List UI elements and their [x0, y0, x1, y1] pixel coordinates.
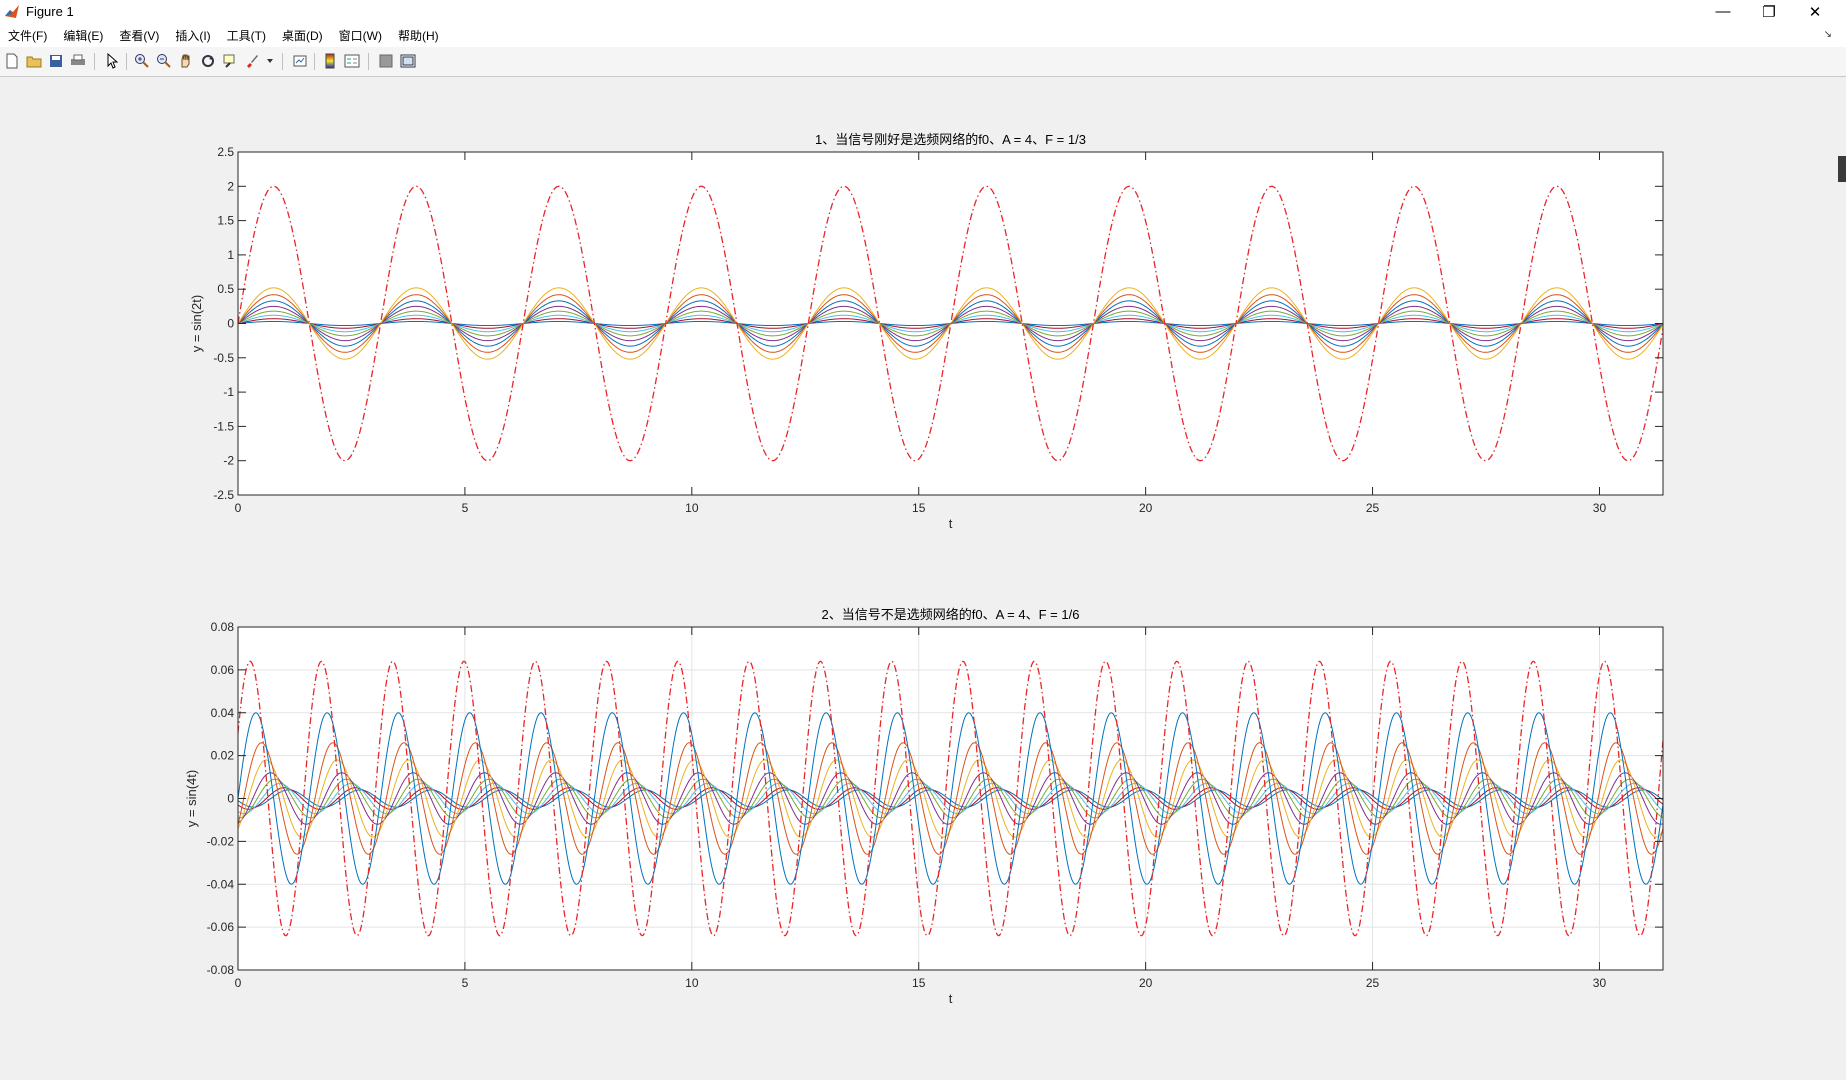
y-tick-label: -0.08	[207, 963, 235, 977]
y-axis-label: y = sin(4t)	[184, 770, 199, 827]
y-tick-label: -0.02	[207, 834, 235, 848]
y-tick-label: 0.04	[211, 706, 235, 720]
open-file-icon[interactable]	[26, 53, 42, 69]
x-tick-label: 10	[685, 501, 699, 515]
y-tick-label: 0	[227, 792, 234, 806]
y-tick-label: -0.06	[207, 920, 235, 934]
x-tick-label: 15	[912, 976, 926, 990]
x-tick-label: 10	[685, 976, 699, 990]
figure-canvas: 0 5 10 15 20 25 30 -2.5 -2 -1.5 -1 -0.5 0 0.5 1 1.5 2 2.5…	[184, 132, 1664, 1006]
pan-hand-icon[interactable]	[178, 53, 194, 69]
colorbar-icon[interactable]	[322, 53, 338, 69]
axes-title: 2、当信号不是选频网络的f0、A = 4、F = 1/6	[822, 607, 1080, 622]
menu-edit[interactable]: 编辑(E)	[55, 27, 111, 44]
y-tick-label: -0.04	[207, 877, 235, 891]
y-axis-label: y = sin(2t)	[189, 295, 204, 352]
x-tick-label: 5	[462, 976, 469, 990]
y-tick-label: 2.5	[217, 145, 234, 159]
show-plot-tools-icon[interactable]	[400, 53, 416, 69]
axes-2[interactable]: 0 5 10 15 20 25 30 -0.08 -0.06 -0.04 -0.02 0 0.02 0.0…	[184, 607, 1664, 1006]
data-cursor-icon[interactable]	[222, 53, 238, 69]
y-tick-label: 0.06	[211, 663, 235, 677]
menu-view[interactable]: 查看(V)	[111, 27, 167, 44]
window-title: Figure 1	[26, 4, 74, 19]
y-tick-label: 0.5	[217, 282, 234, 296]
y-tick-label: -2.5	[213, 488, 234, 502]
x-tick-label: 20	[1139, 501, 1153, 515]
y-tick-label: -1	[223, 385, 234, 399]
brush-icon[interactable]	[244, 53, 260, 69]
menu-help[interactable]: 帮助(H)	[390, 27, 447, 44]
toolbar-separator	[94, 53, 95, 70]
brush-dropdown-icon[interactable]	[266, 53, 274, 69]
x-tick-label: 5	[462, 501, 469, 515]
x-tick-label: 20	[1139, 976, 1153, 990]
x-tick-label: 30	[1593, 501, 1607, 515]
menu-bar: 文件(F) 编辑(E) 查看(V) 插入(I) 工具(T) 桌面(D) 窗口(W…	[0, 23, 1846, 47]
zoom-in-icon[interactable]	[134, 53, 150, 69]
y-tick-label: 0	[227, 317, 234, 331]
x-axis-label: t	[949, 991, 953, 1006]
scrollbar-thumb[interactable]	[1838, 156, 1846, 182]
x-tick-label: 25	[1366, 976, 1380, 990]
menu-desktop[interactable]: 桌面(D)	[274, 27, 331, 44]
restore-button[interactable]: ❐	[1746, 0, 1792, 23]
matlab-logo-icon	[5, 4, 19, 18]
toolbar-separator	[126, 53, 127, 70]
y-tick-label: 2	[227, 179, 234, 193]
minimize-button[interactable]: —	[1700, 0, 1746, 23]
y-tick-label: -1.5	[213, 419, 234, 433]
print-icon[interactable]	[70, 53, 86, 69]
menu-insert[interactable]: 插入(I)	[167, 27, 218, 44]
hide-plot-tools-icon[interactable]	[378, 53, 394, 69]
close-button[interactable]: ✕	[1792, 0, 1838, 23]
y-tick-label: -2	[223, 454, 234, 468]
minimize-icon: —	[1715, 3, 1731, 20]
x-tick-label: 15	[912, 501, 926, 515]
y-tick-label: 0.02	[211, 749, 235, 763]
y-tick-label: -0.5	[213, 351, 234, 365]
x-tick-label: 0	[235, 501, 242, 515]
x-tick-label: 30	[1593, 976, 1607, 990]
axes-1[interactable]: 0 5 10 15 20 25 30 -2.5 -2 -1.5 -1 -0.5 0 0.5 1 1.5 2 2.5…	[189, 132, 1664, 531]
toolbar-separator	[368, 53, 369, 70]
pointer-icon[interactable]	[104, 53, 120, 69]
menu-file[interactable]: 文件(F)	[0, 27, 55, 44]
x-tick-label: 25	[1366, 501, 1380, 515]
legend-icon[interactable]	[344, 53, 360, 69]
toolbar-separator	[282, 53, 283, 70]
rotate-3d-icon[interactable]	[200, 53, 216, 69]
figure-toolbar	[0, 47, 1846, 77]
axes-title: 1、当信号刚好是选频网络的f0、A = 4、F = 1/3	[815, 132, 1086, 147]
undock-icon[interactable]: ↘	[1824, 29, 1832, 40]
link-plot-icon[interactable]	[292, 53, 308, 69]
restore-icon: ❐	[1762, 3, 1776, 21]
save-icon[interactable]	[48, 53, 64, 69]
menu-tools[interactable]: 工具(T)	[219, 27, 274, 44]
toolbar-separator	[314, 53, 315, 70]
close-icon: ✕	[1808, 3, 1822, 21]
y-tick-label: 0.08	[211, 620, 235, 634]
y-tick-label: 1.5	[217, 214, 234, 228]
x-axis-label: t	[949, 516, 953, 531]
menu-window[interactable]: 窗口(W)	[331, 27, 390, 44]
new-figure-icon[interactable]	[4, 53, 20, 69]
zoom-out-icon[interactable]	[156, 53, 172, 69]
y-tick-label: 1	[227, 248, 234, 262]
x-tick-label: 0	[235, 976, 242, 990]
window-titlebar: Figure 1 — ❐ ✕	[0, 0, 1846, 23]
